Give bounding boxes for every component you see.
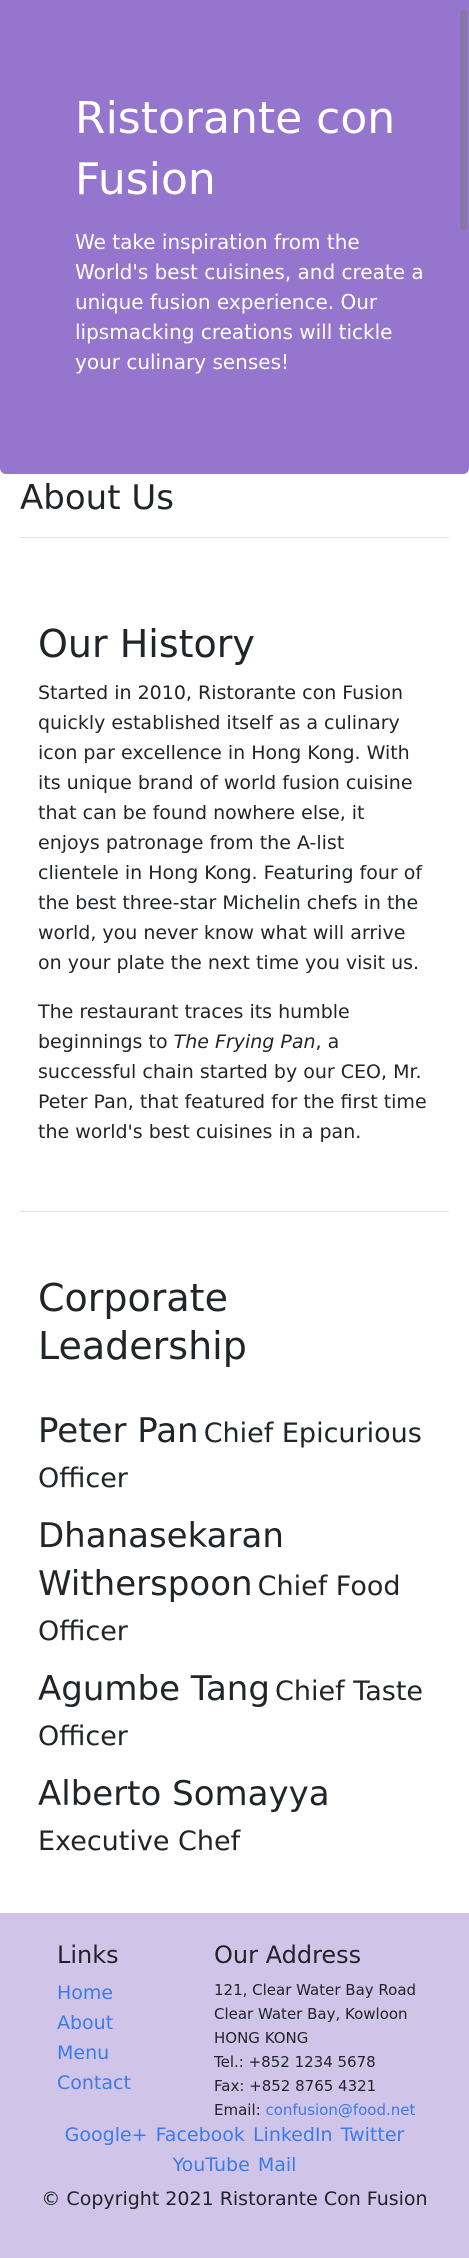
leader-item: Agumbe Tang Chief Taste Officer [38,1668,431,1761]
footer-links-list: Home About Menu Contact [57,1978,157,2098]
google-plus-link[interactable]: Google+ [65,2124,148,2146]
footer-link-home[interactable]: Home [57,1982,113,2004]
history-paragraph-2: The restaurant traces its humble beginni… [38,997,431,1147]
social-links: Google+ Facebook LinkedIn Twitter YouTub… [0,2120,469,2180]
jumbotron-header: Ristorante con Fusion We take inspiratio… [0,0,469,474]
youtube-link[interactable]: YouTube [173,2154,250,2176]
footer-links-column: Links Home About Menu Contact [0,1938,157,2122]
footer-address-title: Our Address [214,1941,362,1969]
site-footer: Links Home About Menu Contact Our Addres… [0,1913,469,2258]
mail-link[interactable]: Mail [258,2154,297,2176]
linkedin-link[interactable]: LinkedIn [253,2124,333,2146]
footer-link-item: Menu [57,2038,157,2068]
leader-role: Executive Chef [38,1826,241,1857]
footer-link-item: Contact [57,2068,157,2098]
leadership-title: Corporate Leadership [38,1276,247,1368]
address-email-row: Email: confusion@food.net [214,2098,469,2122]
leader-item: Alberto Somayya Executive Chef [38,1773,431,1866]
page-title: About Us [20,478,174,518]
address-line: 121, Clear Water Bay Road [214,1981,417,1999]
page-heading-row: About Us [0,474,469,520]
twitter-link[interactable]: Twitter [341,2124,405,2146]
restaurant-tagline: We take inspiration from the World's bes… [75,230,424,374]
email-link[interactable]: confusion@food.net [265,2101,415,2119]
address-block: 121, Clear Water Bay Road Clear Water Ba… [214,1978,469,2122]
footer-link-menu[interactable]: Menu [57,2042,109,2064]
history-paragraph-1: Started in 2010, Ristorante con Fusion q… [38,682,423,974]
scrollbar-thumb[interactable] [460,10,467,230]
address-line: HONG KONG [214,2029,309,2047]
leader-name: Dhanasekaran Witherspoon [38,1516,284,1604]
footer-links-title: Links [57,1941,119,1969]
restaurant-title: Ristorante con Fusion [75,93,396,205]
address-line: Clear Water Bay, Kowloon [214,2005,408,2023]
footer-link-item: Home [57,1978,157,2008]
address-fax: Fax: +852 8765 4321 [214,2077,377,2095]
leader-item: Dhanasekaran Witherspoon Chief Food Offi… [38,1515,431,1656]
leader-name: Alberto Somayya [38,1774,330,1814]
copyright-text: © Copyright 2021 Ristorante Con Fusion [41,2188,428,2210]
footer-address-column: Our Address 121, Clear Water Bay Road Cl… [157,1938,469,2122]
history-emphasis: The Frying Pan [173,1031,316,1053]
footer-link-contact[interactable]: Contact [57,2072,131,2094]
divider [20,1211,449,1212]
history-title: Our History [38,622,255,666]
footer-link-item: About [57,2008,157,2038]
email-label: Email: [214,2101,266,2119]
history-section: Our History Started in 2010, Ristorante … [0,619,469,1147]
leader-item: Peter Pan Chief Epicurious Officer [38,1410,431,1503]
facebook-link[interactable]: Facebook [156,2124,245,2146]
footer-link-about[interactable]: About [57,2012,113,2034]
footer-columns: Links Home About Menu Contact Our Addres… [0,1913,469,2122]
leader-name: Peter Pan [38,1411,199,1451]
address-phone: Tel.: +852 1234 5678 [214,2053,376,2071]
divider [20,537,449,538]
leadership-section: Corporate Leadership Peter Pan Chief Epi… [0,1274,469,1866]
leader-name: Agumbe Tang [38,1669,270,1709]
